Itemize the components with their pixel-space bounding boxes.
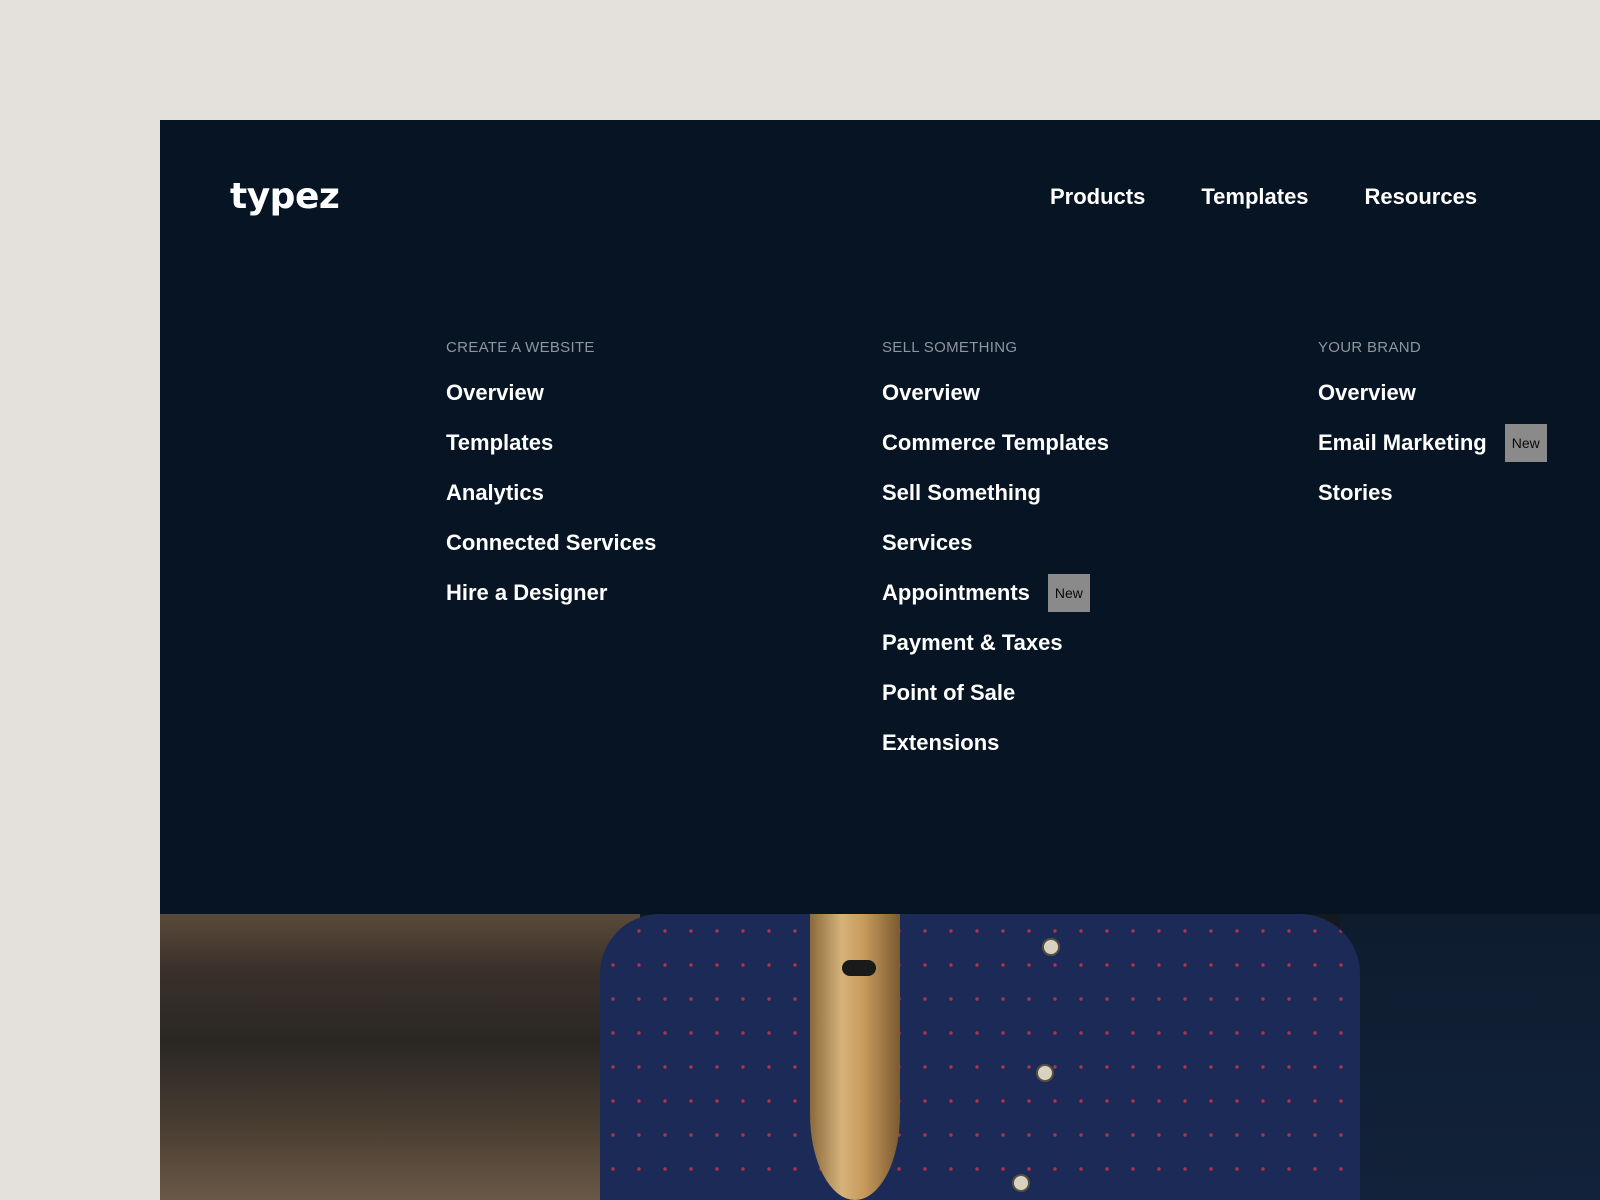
menu-item: Templates: [446, 418, 656, 468]
menu-item: Services: [882, 518, 1109, 568]
new-badge: New: [1504, 424, 1547, 462]
nav-products[interactable]: Products: [1050, 184, 1145, 210]
menu-link-overview[interactable]: Overview: [446, 380, 544, 406]
menu-link-overview[interactable]: Overview: [1318, 380, 1416, 406]
hero-shirt: [600, 914, 1360, 1200]
menu-column-create-a-website: CREATE A WEBSITE Overview Templates Anal…: [446, 338, 656, 618]
menu-link-extensions[interactable]: Extensions: [882, 730, 999, 756]
menu-link-stories[interactable]: Stories: [1318, 480, 1393, 506]
menu-link-point-of-sale[interactable]: Point of Sale: [882, 680, 1015, 706]
menu-item: Hire a Designer: [446, 568, 656, 618]
menu-item: Payment & Taxes: [882, 618, 1109, 668]
hero-background-left: [160, 914, 640, 1200]
new-badge: New: [1047, 574, 1090, 612]
menu-item: Extensions: [882, 718, 1109, 768]
menu-link-appointments[interactable]: Appointments: [882, 580, 1030, 606]
shirt-button: [1012, 1174, 1030, 1192]
top-navigation: Products Templates Resources: [1050, 184, 1533, 210]
menu-item: Connected Services: [446, 518, 656, 568]
menu-column-sell-something: SELL SOMETHING Overview Commerce Templat…: [882, 338, 1109, 768]
menu-link-sell-something[interactable]: Sell Something: [882, 480, 1041, 506]
menu-item: Overview: [882, 368, 1109, 418]
menu-item: Commerce Templates: [882, 418, 1109, 468]
nav-templates[interactable]: Templates: [1201, 184, 1308, 210]
menu-item: Point of Sale: [882, 668, 1109, 718]
site-window: typez Products Templates Resources CREAT…: [160, 120, 1600, 1200]
menu-link-analytics[interactable]: Analytics: [446, 480, 544, 506]
menu-link-templates[interactable]: Templates: [446, 430, 553, 456]
brand-logo[interactable]: typez: [230, 176, 340, 217]
hero-photo: [160, 914, 1600, 1200]
column-heading: YOUR BRAND: [1318, 339, 1422, 356]
menu-link-email-marketing[interactable]: Email Marketing: [1318, 430, 1487, 456]
menu-list: Overview Templates Analytics Connected S…: [446, 368, 656, 618]
menu-link-commerce-templates[interactable]: Commerce Templates: [882, 430, 1109, 456]
menu-column-your-brand: YOUR BRAND Overview Email Marketing New …: [1318, 338, 1547, 518]
menu-link-connected-services[interactable]: Connected Services: [446, 530, 656, 556]
menu-link-services[interactable]: Services: [882, 530, 973, 556]
column-heading: CREATE A WEBSITE: [446, 339, 595, 356]
menu-item: Analytics: [446, 468, 656, 518]
menu-link-hire-a-designer[interactable]: Hire a Designer: [446, 580, 607, 606]
column-heading: SELL SOMETHING: [882, 339, 1018, 356]
menu-link-overview[interactable]: Overview: [882, 380, 980, 406]
menu-link-payment-taxes[interactable]: Payment & Taxes: [882, 630, 1063, 656]
menu-item: Overview: [446, 368, 656, 418]
menu-item: Email Marketing New: [1318, 418, 1547, 468]
menu-item: Appointments New: [882, 568, 1109, 618]
menu-list: Overview Commerce Templates Sell Somethi…: [882, 368, 1109, 768]
hero-hair: [810, 914, 900, 1200]
hero-background-right: [1340, 914, 1600, 1200]
shirt-button: [1042, 938, 1060, 956]
menu-item: Stories: [1318, 468, 1547, 518]
hero-hair-tie: [842, 960, 876, 976]
nav-resources[interactable]: Resources: [1365, 184, 1478, 210]
menu-list: Overview Email Marketing New Stories: [1318, 368, 1547, 518]
menu-item: Overview: [1318, 368, 1547, 418]
shirt-button: [1036, 1064, 1054, 1082]
menu-item: Sell Something: [882, 468, 1109, 518]
